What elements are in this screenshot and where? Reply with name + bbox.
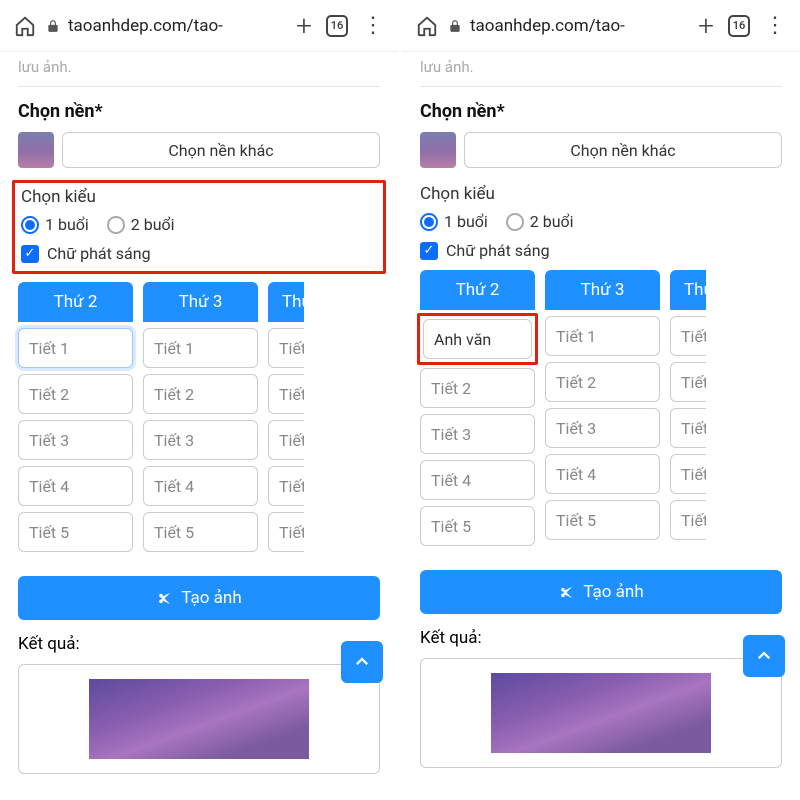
lesson-input-thu3-1[interactable] (545, 316, 660, 356)
lesson-input-thu2-2[interactable] (420, 368, 535, 408)
scissors-icon (558, 584, 575, 601)
lesson-input-thu3-3[interactable] (545, 408, 660, 448)
tab-thu4[interactable]: Thứ 4 (268, 282, 304, 322)
choose-bg-button[interactable]: Chọn nền khác (464, 132, 782, 168)
radio-2-buoi[interactable]: 2 buổi (506, 212, 574, 231)
tab-thu3[interactable]: Thứ 3 (545, 270, 660, 310)
checkbox-label: Chữ phát sáng (446, 241, 550, 260)
checkmark-icon: ✓ (420, 242, 438, 260)
lesson-input-thu3-2[interactable] (545, 362, 660, 402)
checkbox-glow-text[interactable]: ✓ Chữ phát sáng (420, 241, 782, 260)
radio-2-label: 2 buổi (530, 212, 574, 231)
checkmark-icon: ✓ (21, 245, 39, 263)
url-text: taoanhdep.com/tao- (68, 16, 223, 36)
home-icon[interactable] (416, 15, 438, 37)
truncated-text: lưu ảnh. (18, 52, 380, 86)
create-image-button[interactable]: Tạo ảnh (18, 576, 380, 620)
highlight-box: Chọn kiểu 1 buổi 2 buổi ✓ Chữ phát sáng (12, 180, 386, 274)
tab-thu3[interactable]: Thứ 3 (143, 282, 258, 322)
scroll-top-button[interactable] (743, 635, 785, 677)
lesson-input-thu4-3[interactable] (268, 420, 304, 460)
bg-label: Chọn nền* (420, 101, 782, 122)
truncated-text: lưu ảnh. (420, 52, 782, 86)
result-label: Kết quả: (420, 628, 782, 648)
result-area (18, 664, 380, 774)
radio-1-label: 1 buổi (45, 215, 89, 234)
lesson-input-thu3-5[interactable] (143, 512, 258, 552)
lesson-input-thu3-5[interactable] (545, 500, 660, 540)
new-tab-icon[interactable]: + (292, 9, 316, 42)
lesson-input-thu4-2[interactable] (268, 374, 304, 414)
chevron-up-icon (755, 647, 773, 665)
highlight-box (417, 313, 538, 365)
bg-thumbnail[interactable] (420, 132, 456, 168)
more-menu-icon[interactable]: ⋮ (358, 13, 388, 38)
scroll-top-button[interactable] (341, 641, 383, 683)
lesson-input-thu3-3[interactable] (143, 420, 258, 460)
url-text: taoanhdep.com/tao- (470, 16, 625, 36)
lesson-input-thu2-1[interactable] (18, 328, 133, 368)
result-area (420, 658, 782, 768)
radio-1-buoi[interactable]: 1 buổi (420, 212, 488, 231)
style-label: Chọn kiểu (420, 184, 782, 204)
radio-2-label: 2 buổi (131, 215, 175, 234)
more-menu-icon[interactable]: ⋮ (760, 13, 790, 38)
new-tab-icon[interactable]: + (694, 9, 718, 42)
tab-switcher[interactable]: 16 (326, 15, 348, 37)
lesson-input-thu3-4[interactable] (143, 466, 258, 506)
create-label: Tạo ảnh (181, 588, 241, 608)
lesson-input-thu3-2[interactable] (143, 374, 258, 414)
lesson-input-thu4-4[interactable] (268, 466, 304, 506)
radio-1-buoi[interactable]: 1 buổi (21, 215, 89, 234)
url-bar[interactable]: taoanhdep.com/tao- (448, 16, 684, 36)
style-label: Chọn kiểu (21, 187, 377, 207)
create-label: Tạo ảnh (583, 582, 643, 602)
lock-icon (46, 19, 60, 33)
scissors-icon (156, 590, 173, 607)
chevron-up-icon (353, 653, 371, 671)
bg-label: Chọn nền* (18, 101, 380, 122)
radio-2-buoi[interactable]: 2 buổi (107, 215, 175, 234)
lesson-input-thu2-2[interactable] (18, 374, 133, 414)
lesson-input-thu4-5[interactable] (670, 500, 706, 540)
choose-bg-button[interactable]: Chọn nền khác (62, 132, 380, 168)
browser-bar: taoanhdep.com/tao- + 16 ⋮ (0, 0, 398, 52)
lesson-input-thu4-2[interactable] (670, 362, 706, 402)
result-label: Kết quả: (18, 634, 380, 654)
tab-thu2[interactable]: Thứ 2 (420, 270, 535, 310)
lock-icon (448, 19, 462, 33)
tab-thu4[interactable]: Thứ 4 (670, 270, 706, 310)
url-bar[interactable]: taoanhdep.com/tao- (46, 16, 282, 36)
bg-thumbnail[interactable] (18, 132, 54, 168)
lesson-input-thu4-5[interactable] (268, 512, 304, 552)
lesson-input-thu2-1[interactable] (423, 319, 532, 359)
create-image-button[interactable]: Tạo ảnh (420, 570, 782, 614)
result-image (491, 673, 711, 753)
result-image (89, 679, 309, 759)
lesson-input-thu4-1[interactable] (670, 316, 706, 356)
checkbox-glow-text[interactable]: ✓ Chữ phát sáng (21, 244, 377, 263)
tab-switcher[interactable]: 16 (728, 15, 750, 37)
lesson-input-thu2-3[interactable] (18, 420, 133, 460)
home-icon[interactable] (14, 15, 36, 37)
radio-1-label: 1 buổi (444, 212, 488, 231)
browser-bar: taoanhdep.com/tao- + 16 ⋮ (402, 0, 800, 52)
lesson-input-thu2-5[interactable] (420, 506, 535, 546)
lesson-input-thu4-4[interactable] (670, 454, 706, 494)
lesson-input-thu4-3[interactable] (670, 408, 706, 448)
checkbox-label: Chữ phát sáng (47, 244, 151, 263)
lesson-input-thu2-5[interactable] (18, 512, 133, 552)
lesson-input-thu3-1[interactable] (143, 328, 258, 368)
lesson-input-thu4-1[interactable] (268, 328, 304, 368)
lesson-input-thu2-4[interactable] (420, 460, 535, 500)
lesson-input-thu2-4[interactable] (18, 466, 133, 506)
lesson-input-thu2-3[interactable] (420, 414, 535, 454)
tab-thu2[interactable]: Thứ 2 (18, 282, 133, 322)
lesson-input-thu3-4[interactable] (545, 454, 660, 494)
